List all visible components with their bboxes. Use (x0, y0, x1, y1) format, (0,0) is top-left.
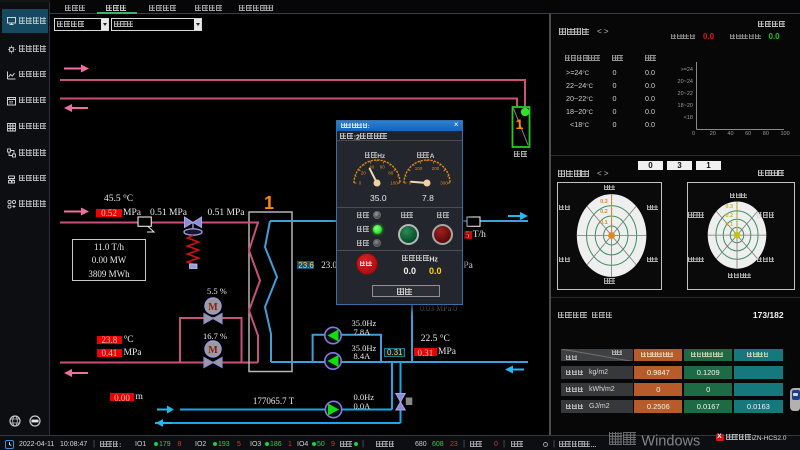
svg-text:100: 100 (415, 166, 423, 171)
svg-text:M: M (208, 345, 218, 356)
svg-text:300: 300 (440, 181, 448, 186)
svg-text:60: 60 (379, 164, 385, 169)
svg-text:M: M (208, 302, 218, 313)
svg-text:100: 100 (390, 181, 398, 186)
svg-text:200: 200 (432, 166, 440, 171)
svg-text:80: 80 (388, 171, 394, 176)
svg-text:0: 0 (358, 181, 361, 186)
svg-text:20: 20 (360, 171, 366, 176)
